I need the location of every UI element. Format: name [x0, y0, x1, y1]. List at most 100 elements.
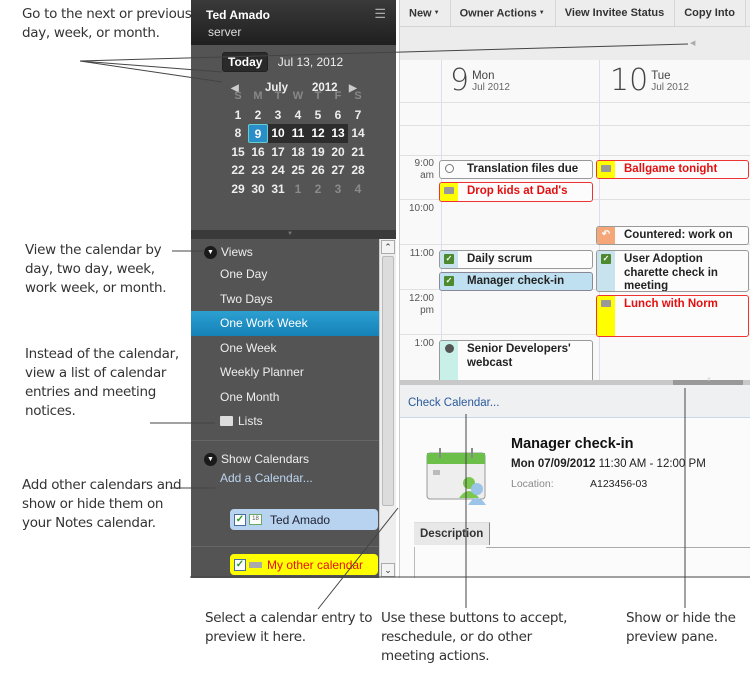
- mini-calendar-day[interactable]: 1: [288, 180, 308, 199]
- time-label-12: 12:00 pm: [408, 293, 434, 316]
- mini-calendar-day[interactable]: 31: [268, 180, 288, 199]
- mini-calendar-day[interactable]: 19: [308, 143, 328, 162]
- sidebar-item-one-week[interactable]: One Week: [191, 336, 379, 361]
- views-section-header[interactable]: ▼ Views: [191, 242, 379, 262]
- tab-divider: [414, 547, 415, 578]
- event-senior-devs[interactable]: Senior Developers' webcast: [439, 340, 593, 382]
- calendar-name: Ted Amado: [270, 512, 331, 527]
- mini-calendar-day[interactable]: 11: [288, 124, 308, 143]
- mini-calendar-day[interactable]: 2: [248, 106, 268, 125]
- day-header-mon[interactable]: 9 Mon Jul 2012: [450, 60, 510, 103]
- hamburger-icon[interactable]: ☰: [374, 6, 386, 22]
- event-lunch-norm[interactable]: Lunch with Norm: [596, 295, 749, 337]
- weekday-label: T: [274, 90, 282, 102]
- mini-calendar-day[interactable]: 3: [268, 106, 288, 125]
- tab-description[interactable]: Description: [414, 522, 491, 545]
- today-button[interactable]: Today: [222, 52, 269, 72]
- divider: [191, 546, 379, 547]
- calendar-icon: [249, 561, 262, 568]
- mini-calendar-day[interactable]: 28: [348, 161, 368, 180]
- scroll-up-icon[interactable]: ⌃: [381, 240, 395, 254]
- preview-datetime: Mon 07/09/2012 11:30 AM - 12:00 PM: [511, 458, 706, 470]
- view-invitee-status-button[interactable]: View Invitee Status: [556, 0, 676, 26]
- event-manager-checkin[interactable]: ✓ Manager check-in: [439, 272, 593, 291]
- mini-calendar-day[interactable]: 22: [228, 161, 248, 180]
- sidebar-splitter[interactable]: ▼: [191, 230, 396, 239]
- mini-calendar-day[interactable]: 23: [248, 161, 268, 180]
- mini-calendar-day[interactable]: 18: [288, 143, 308, 162]
- mini-calendar-day[interactable]: 4: [348, 180, 368, 199]
- mini-calendar-day[interactable]: 3: [328, 180, 348, 199]
- mini-calendar-day[interactable]: 2: [308, 180, 328, 199]
- server-name: server: [208, 25, 242, 39]
- preview-title: Manager check-in: [511, 436, 634, 452]
- copy-into-button[interactable]: Copy Into: [675, 0, 746, 26]
- owner-actions-button[interactable]: Owner Actions ▼: [451, 0, 556, 26]
- event-ballgame[interactable]: Ballgame tonight: [596, 160, 749, 179]
- collapse-icon[interactable]: ▼: [204, 245, 217, 259]
- calendar-item-ted-amado[interactable]: ✓ 18 Ted Amado: [230, 509, 378, 530]
- weekday-label: F: [334, 90, 342, 102]
- preview-pane: Manager check-in Mon 07/09/2012 11:30 AM…: [400, 418, 750, 578]
- mini-calendar-day[interactable]: 6: [328, 106, 348, 125]
- mini-calendar-day[interactable]: 15: [228, 143, 248, 162]
- sidebar-item-one-work-week[interactable]: One Work Week: [191, 311, 379, 336]
- scroll-thumb[interactable]: [382, 256, 394, 506]
- sidebar-item-two-days[interactable]: Two Days: [191, 287, 379, 312]
- callout-calendars: Add other calendars and show or hide the…: [22, 477, 182, 531]
- mini-calendar-day[interactable]: 9: [248, 124, 268, 143]
- event-drop-kids[interactable]: Drop kids at Dad's: [439, 182, 593, 202]
- day-month: Jul 2012: [651, 82, 689, 93]
- weekday-label: S: [354, 90, 362, 102]
- preview-action-bar: Check Calendar...: [400, 385, 750, 418]
- mini-calendar-day[interactable]: 5: [308, 106, 328, 125]
- mini-calendar-day[interactable]: 20: [328, 143, 348, 162]
- collapse-icon[interactable]: ▼: [204, 452, 217, 466]
- calendar-icon: [601, 165, 611, 172]
- mini-calendar-day[interactable]: 12: [308, 124, 328, 143]
- mini-calendar-day[interactable]: 10: [268, 124, 288, 143]
- event-daily-scrum[interactable]: ✓ Daily scrum: [439, 250, 593, 269]
- mini-calendar-day[interactable]: 1: [228, 106, 248, 125]
- day-number: 9: [450, 63, 470, 98]
- sidebar-item-one-day[interactable]: One Day: [191, 262, 379, 287]
- sidebar-item-one-month[interactable]: One Month: [191, 385, 379, 410]
- new-button[interactable]: New ▼: [400, 0, 451, 26]
- mini-calendar-day[interactable]: 27: [328, 161, 348, 180]
- event-countered[interactable]: ↶ Countered: work on: [596, 226, 749, 245]
- check-calendar-button[interactable]: Check Calendar...: [408, 397, 499, 409]
- mini-calendar-day[interactable]: 13: [328, 124, 348, 143]
- mini-calendar-day[interactable]: 29: [228, 180, 248, 199]
- event-translation-files[interactable]: Translation files due: [439, 160, 593, 179]
- mini-calendar-day[interactable]: 7: [348, 106, 368, 125]
- mini-calendar-day[interactable]: 17: [268, 143, 288, 162]
- weekday-label: T: [314, 90, 322, 102]
- mini-calendar-day[interactable]: 30: [248, 180, 268, 199]
- mini-calendar-day[interactable]: 8: [228, 124, 248, 143]
- show-calendars-header[interactable]: ▼ Show Calendars: [191, 449, 379, 469]
- sidebar-scrollbar[interactable]: ⌃ ⌄: [379, 239, 396, 578]
- mini-calendar-day[interactable]: 24: [268, 161, 288, 180]
- mini-calendar-day[interactable]: 21: [348, 143, 368, 162]
- mini-calendar-day[interactable]: 26: [308, 161, 328, 180]
- date-nav-strip: ◀: [400, 27, 750, 60]
- weekday-label: M: [253, 90, 263, 102]
- sidebar-item-lists[interactable]: Lists: [191, 409, 379, 433]
- meeting-calendar-icon: [426, 448, 486, 505]
- calendar-checkbox[interactable]: ✓: [234, 558, 246, 571]
- folder-icon: [220, 416, 233, 426]
- calendar-icon: 18: [249, 514, 262, 525]
- calendar-checkbox[interactable]: ✓: [234, 513, 246, 526]
- sidebar-item-weekly-planner[interactable]: Weekly Planner: [191, 360, 379, 385]
- clock-icon: [444, 344, 454, 353]
- day-header-tue[interactable]: 10 Tue Jul 2012: [610, 60, 689, 103]
- mini-calendar-day[interactable]: 16: [248, 143, 268, 162]
- mini-calendar-day[interactable]: 4: [288, 106, 308, 125]
- prev-period-icon[interactable]: ◀: [690, 39, 695, 47]
- mini-calendar-day[interactable]: 14: [348, 124, 368, 143]
- event-user-adoption[interactable]: ✓ User Adoption charette check in meetin…: [596, 250, 749, 292]
- add-calendar-link[interactable]: Add a Calendar...: [191, 469, 379, 487]
- mini-calendar-day[interactable]: 25: [288, 161, 308, 180]
- calendar-item-other[interactable]: ✓ My other calendar: [230, 554, 378, 575]
- scroll-down-icon[interactable]: ⌄: [381, 563, 395, 577]
